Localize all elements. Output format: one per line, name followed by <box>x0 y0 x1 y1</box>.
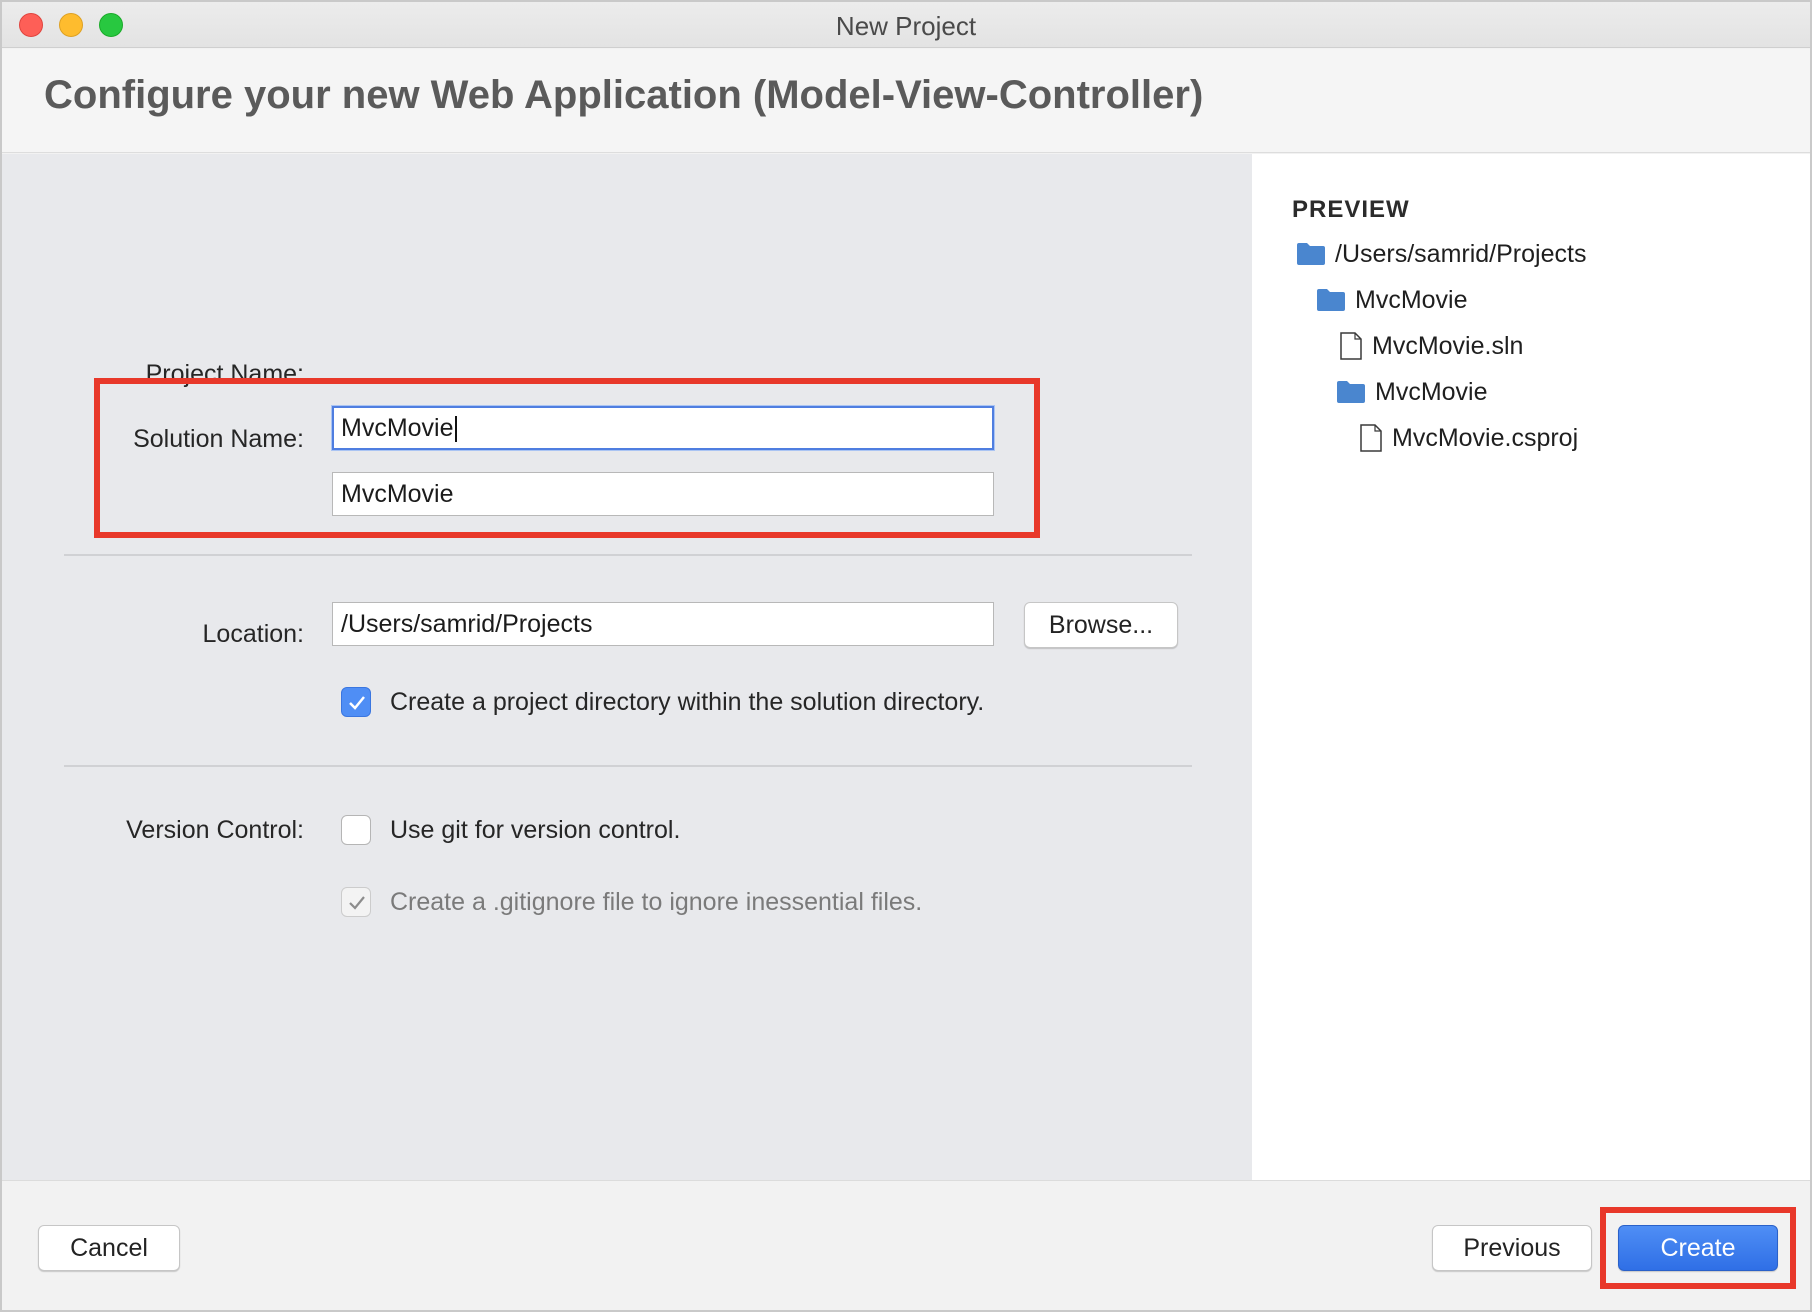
cancel-button[interactable]: Cancel <box>38 1225 180 1271</box>
tree-item-projects-folder: /Users/samrid/Projects <box>1297 237 1586 271</box>
tree-item-label: /Users/samrid/Projects <box>1335 239 1587 268</box>
browse-button[interactable]: Browse... <box>1024 602 1178 648</box>
page-title: Configure your new Web Application (Mode… <box>44 73 1204 117</box>
location-input[interactable]: /Users/samrid/Projects <box>332 602 994 646</box>
tree-item-csproj-file: MvcMovie.csproj <box>1360 421 1578 455</box>
tree-item-sln-file: MvcMovie.sln <box>1340 329 1523 363</box>
checkmark-icon <box>349 896 365 910</box>
tree-item-project-folder: MvcMovie <box>1337 375 1488 409</box>
gitignore-label: Create a .gitignore file to ignore iness… <box>390 888 923 916</box>
gitignore-checkbox[interactable] <box>341 887 371 917</box>
previous-button[interactable]: Previous <box>1432 1225 1592 1271</box>
file-icon <box>1360 424 1382 452</box>
window-title: New Project <box>835 11 977 41</box>
folder-icon <box>1317 289 1345 311</box>
divider-2 <box>64 765 1192 767</box>
location-label: Location: <box>202 620 304 648</box>
create-highlight-box <box>1600 1207 1796 1289</box>
folder-icon <box>1337 381 1365 403</box>
version-control-label: Version Control: <box>126 816 304 844</box>
checkmark-icon <box>349 696 365 710</box>
tree-item-label: MvcMovie.sln <box>1372 331 1524 360</box>
preview-title: PREVIEW <box>1292 196 1410 223</box>
create-directory-label: Create a project directory within the so… <box>390 688 985 716</box>
use-git-checkbox[interactable] <box>341 815 371 845</box>
new-project-window: New Project Configure your new Web Appli… <box>0 0 1812 1312</box>
folder-icon <box>1297 243 1325 265</box>
create-directory-checkbox[interactable] <box>341 687 371 717</box>
dialog-footer: Cancel Previous Create <box>2 1180 1810 1310</box>
file-icon <box>1340 332 1362 360</box>
tree-item-label: MvcMovie <box>1375 377 1488 406</box>
title-bar[interactable]: New Project <box>2 2 1810 48</box>
use-git-label: Use git for version control. <box>390 816 681 844</box>
names-highlight-box <box>94 378 1040 538</box>
preview-pane: PREVIEW /Users/samrid/Projects MvcMovie … <box>1252 154 1810 1180</box>
page-header: Configure your new Web Application (Mode… <box>2 49 1810 153</box>
form-pane: Project Name: MvcMovie Solution Name: Mv… <box>2 154 1252 1180</box>
tree-item-label: MvcMovie.csproj <box>1392 423 1579 452</box>
divider-1 <box>64 554 1192 556</box>
tree-item-solution-folder: MvcMovie <box>1317 283 1468 317</box>
tree-item-label: MvcMovie <box>1355 285 1468 314</box>
